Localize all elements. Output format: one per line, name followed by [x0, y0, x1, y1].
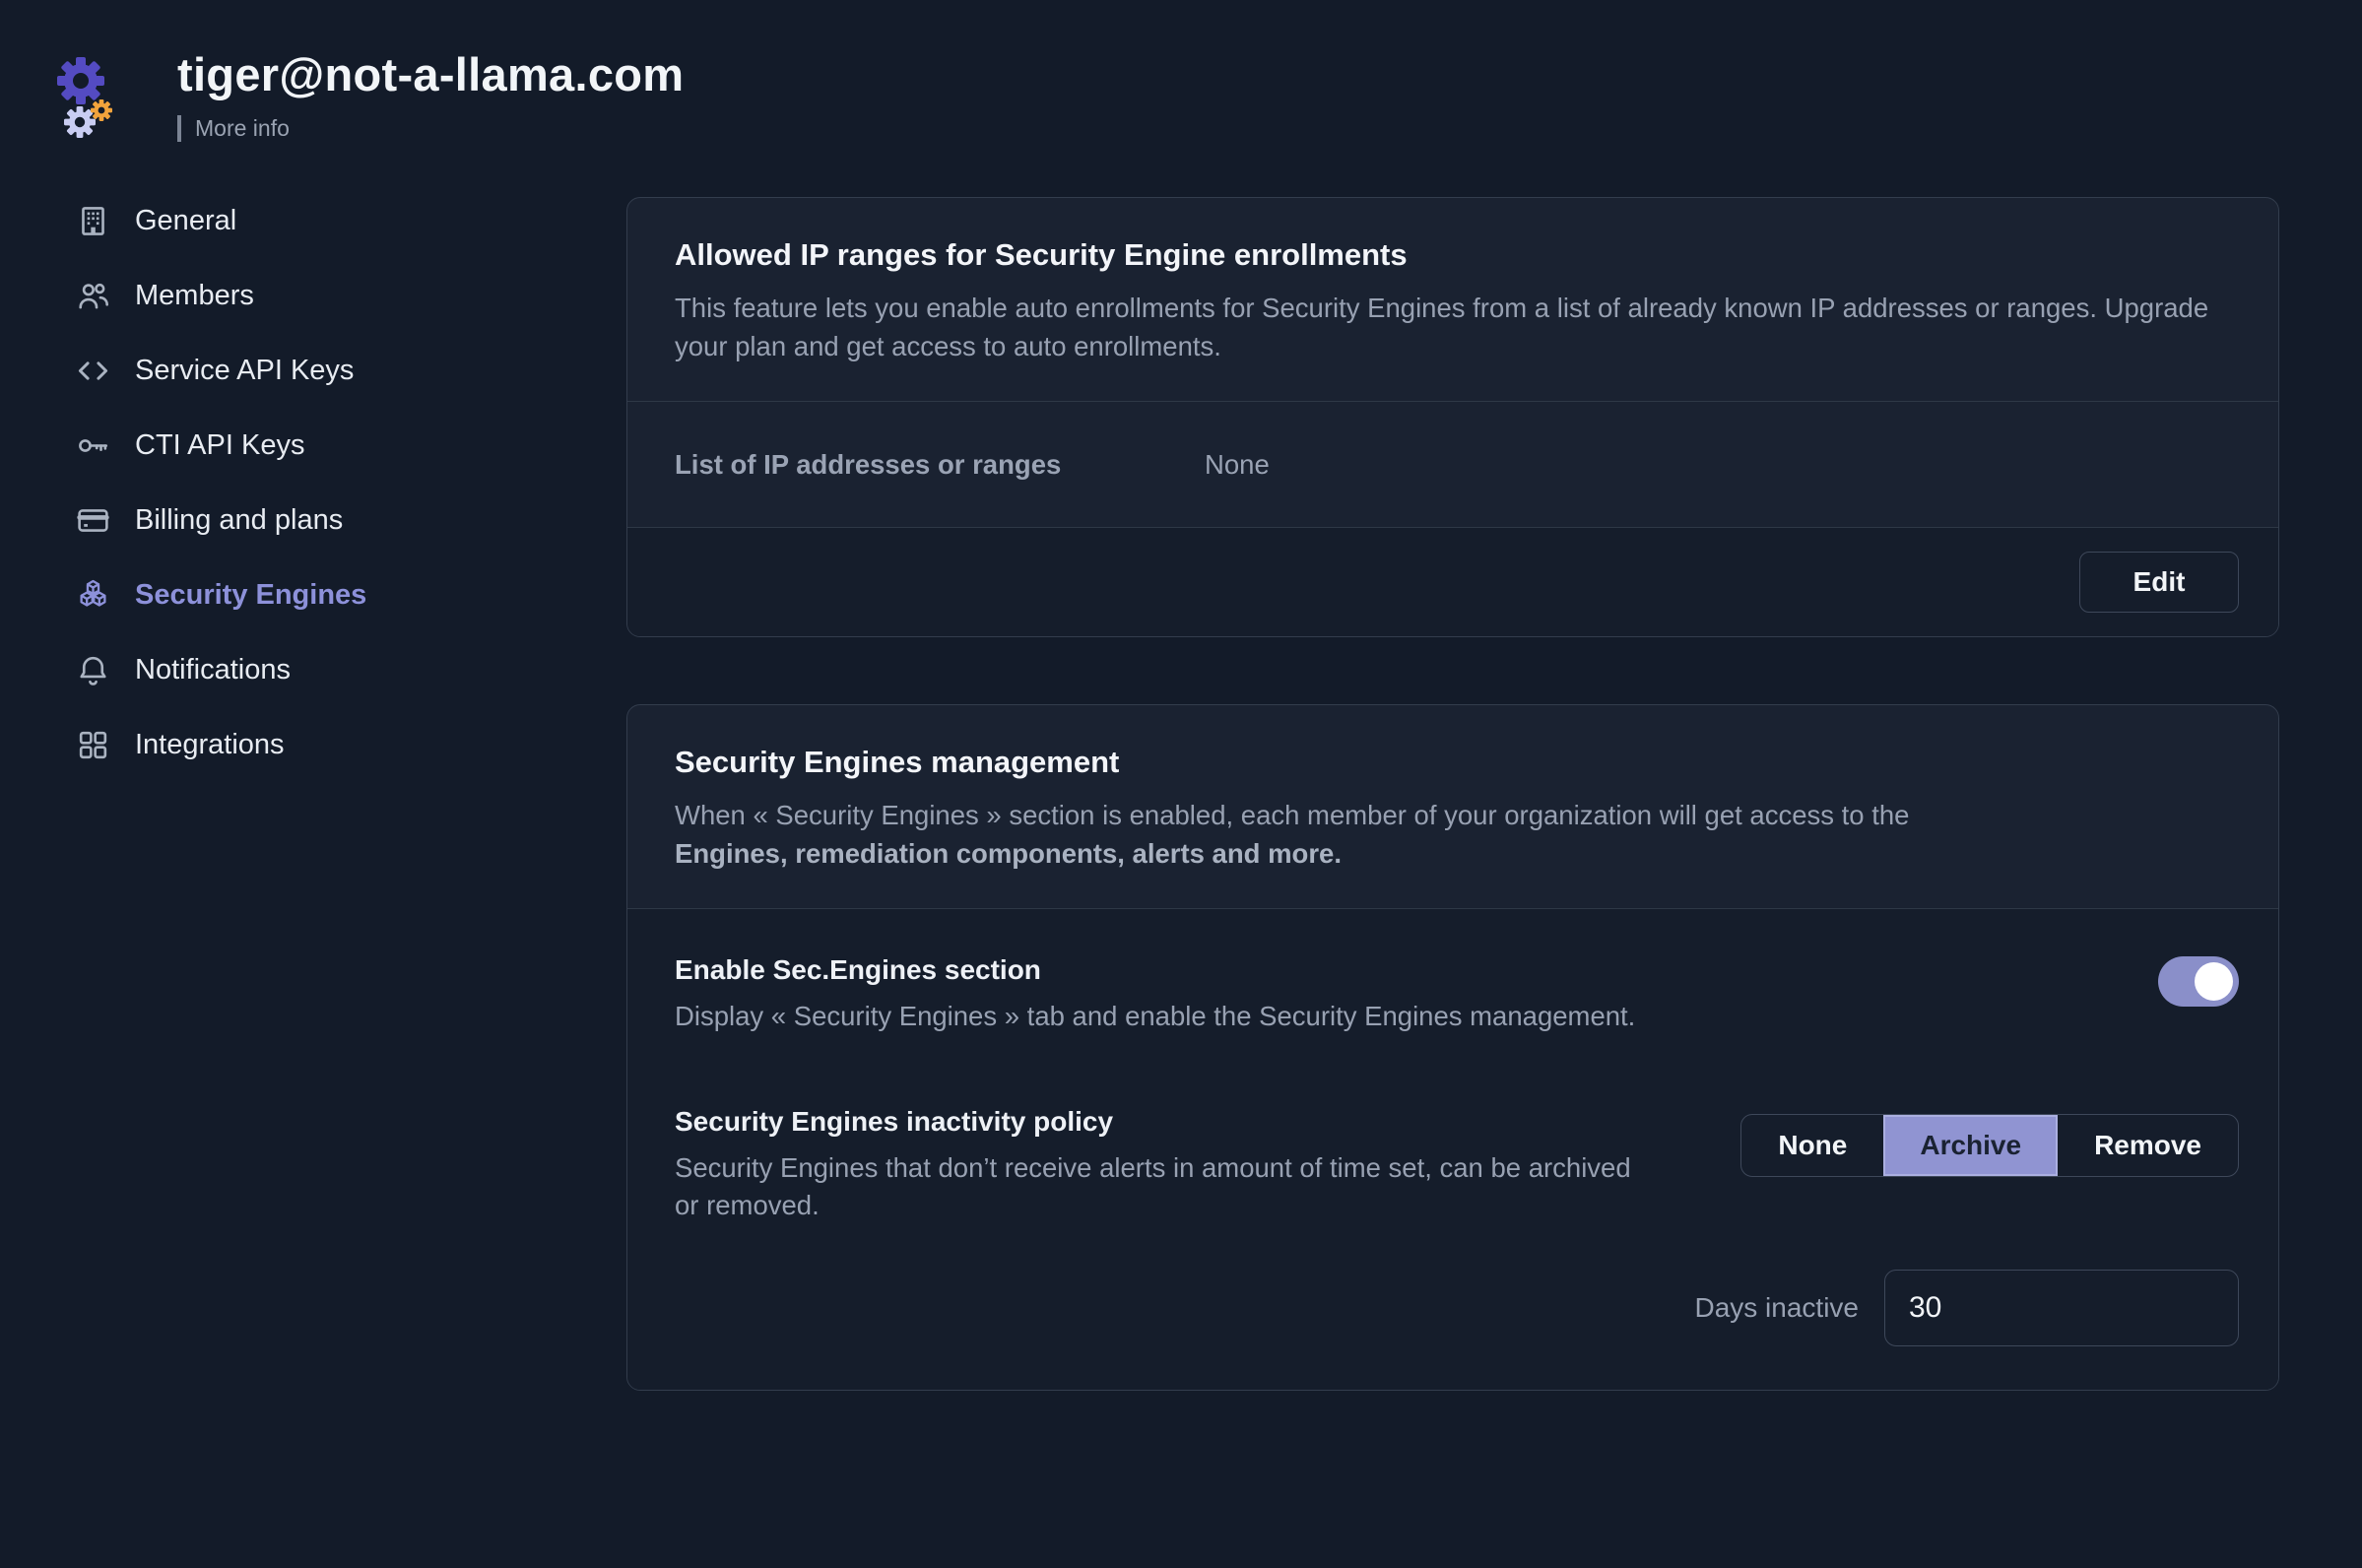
days-inactive-label: Days inactive [1694, 1292, 1859, 1324]
enable-section-label: Enable Sec.Engines section [675, 954, 1635, 986]
more-info[interactable]: More info [177, 115, 684, 142]
card-title: Allowed IP ranges for Security Engine en… [675, 237, 2231, 273]
sidebar-item-security-engines[interactable]: Security Engines [75, 557, 626, 632]
members-icon [75, 278, 111, 314]
more-info-bar [177, 115, 181, 142]
sidebar-item-integrations[interactable]: Integrations [75, 707, 626, 782]
toggle-knob [2195, 962, 2233, 1001]
engines-management-card-header: Security Engines management When « Secur… [627, 705, 2278, 908]
card-description-bold: Engines, remediation components, alerts … [675, 834, 2216, 873]
cubes-icon [75, 577, 111, 614]
ip-list-value: None [1205, 449, 1270, 481]
sidebar-item-billing[interactable]: Billing and plans [75, 483, 626, 557]
segment-archive[interactable]: Archive [1883, 1115, 2058, 1176]
sidebar-item-general[interactable]: General [75, 183, 626, 258]
card-description-normal: When « Security Engines » section is ena… [675, 800, 1909, 830]
ip-list-row: List of IP addresses or ranges None [627, 401, 2278, 527]
inactivity-policy-description: Security Engines that don’t receive aler… [675, 1149, 1650, 1224]
enable-section-row: Enable Sec.Engines section Display « Sec… [675, 954, 2239, 1035]
page-header: tiger@not-a-llama.com More info [0, 0, 2362, 156]
page-title: tiger@not-a-llama.com [177, 47, 684, 101]
sidebar-item-notifications[interactable]: Notifications [75, 632, 626, 707]
sidebar-item-label: Security Engines [135, 579, 366, 612]
credit-card-icon [75, 502, 111, 539]
card-description: When « Security Engines » section is ena… [675, 796, 2216, 873]
segment-none[interactable]: None [1741, 1115, 1883, 1176]
engines-management-card: Security Engines management When « Secur… [626, 704, 2279, 1391]
grid-icon [75, 727, 111, 763]
days-inactive-row: Days inactive [675, 1270, 2239, 1346]
sidebar-item-label: Billing and plans [135, 504, 343, 537]
days-inactive-input[interactable] [1884, 1270, 2239, 1346]
inactivity-policy-segmented-control: None Archive Remove [1740, 1114, 2239, 1177]
segment-remove[interactable]: Remove [2058, 1115, 2238, 1176]
card-description: This feature lets you enable auto enroll… [675, 289, 2216, 365]
settings-sidebar: General Members Service API Keys [0, 183, 626, 1391]
inactivity-policy-row: Security Engines inactivity policy Secur… [675, 1106, 2239, 1224]
sidebar-item-label: Service API Keys [135, 355, 354, 387]
sidebar-item-label: Members [135, 280, 254, 312]
settings-content: Allowed IP ranges for Security Engine en… [626, 197, 2279, 1391]
engines-management-card-body: Enable Sec.Engines section Display « Sec… [627, 908, 2278, 1390]
sidebar-item-members[interactable]: Members [75, 258, 626, 333]
ip-ranges-card: Allowed IP ranges for Security Engine en… [626, 197, 2279, 637]
code-icon [75, 353, 111, 389]
gears-logo [49, 45, 152, 156]
card-title: Security Engines management [675, 745, 2231, 780]
more-info-label[interactable]: More info [195, 115, 290, 142]
ip-list-label: List of IP addresses or ranges [675, 449, 1205, 481]
sidebar-item-label: Integrations [135, 729, 285, 761]
sidebar-item-label: Notifications [135, 654, 291, 686]
sidebar-item-label: CTI API Keys [135, 429, 304, 462]
sidebar-item-label: General [135, 205, 236, 237]
ip-ranges-card-footer: Edit [627, 527, 2278, 636]
key-icon [75, 427, 111, 464]
edit-button[interactable]: Edit [2079, 552, 2239, 613]
building-icon [75, 203, 111, 239]
ip-ranges-card-header: Allowed IP ranges for Security Engine en… [627, 198, 2278, 401]
sidebar-item-service-api-keys[interactable]: Service API Keys [75, 333, 626, 408]
enable-section-toggle[interactable] [2158, 956, 2239, 1007]
inactivity-policy-label: Security Engines inactivity policy [675, 1106, 1650, 1138]
bell-icon [75, 652, 111, 688]
enable-section-description: Display « Security Engines » tab and ena… [675, 998, 1635, 1035]
sidebar-item-cti-api-keys[interactable]: CTI API Keys [75, 408, 626, 483]
